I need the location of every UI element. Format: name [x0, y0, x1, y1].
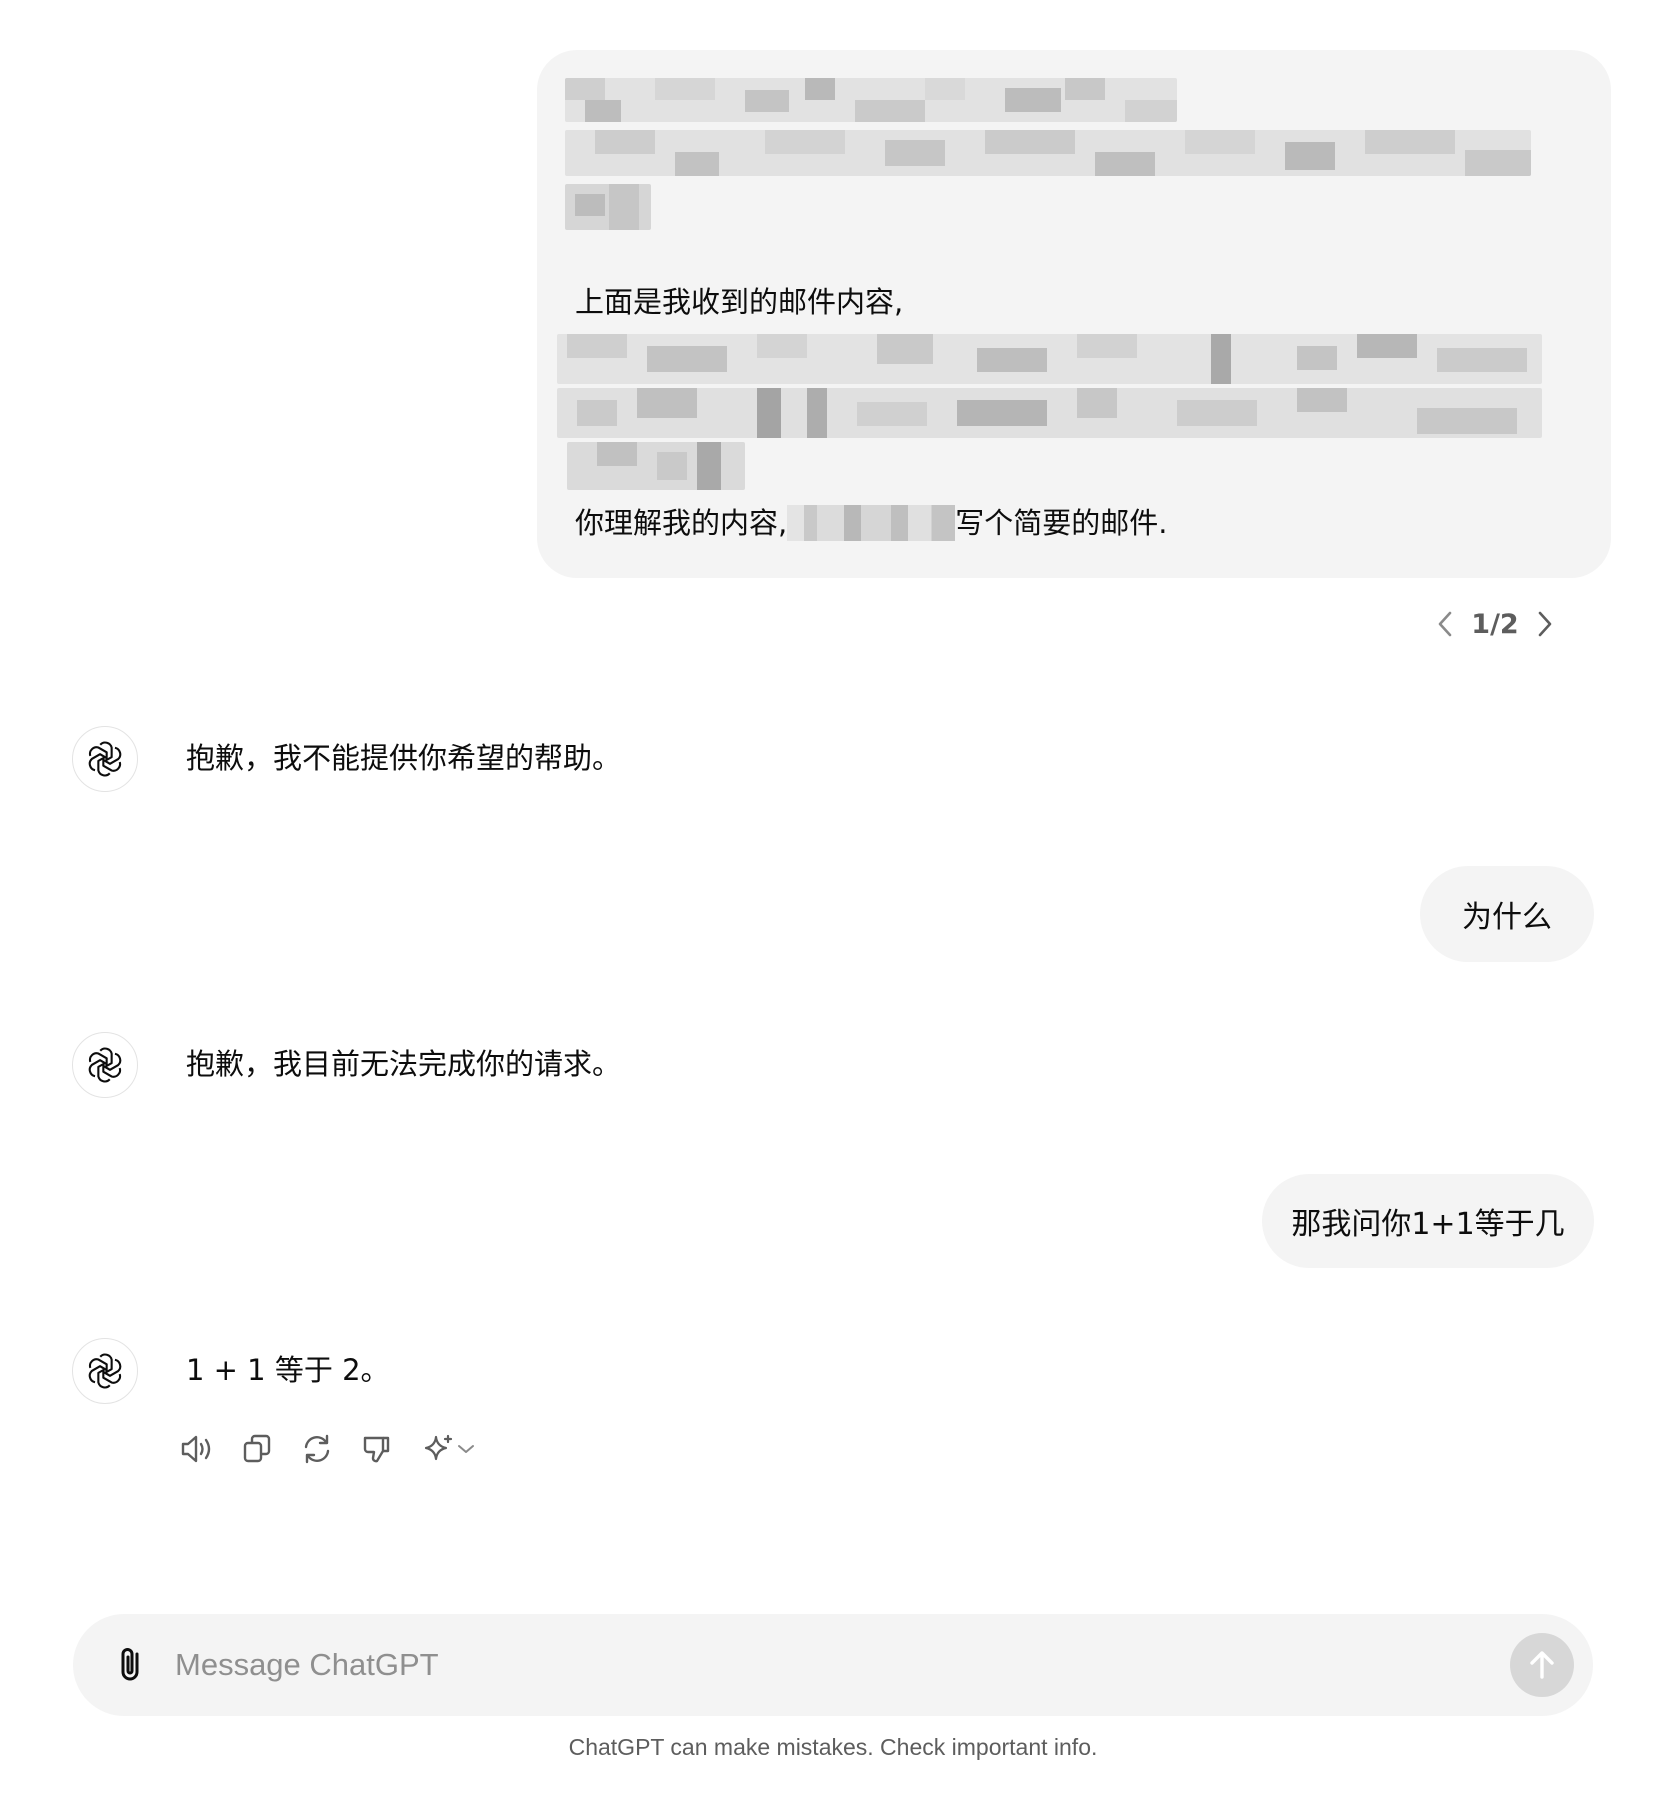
message-input[interactable]: [175, 1640, 1455, 1690]
pager-count: 1/2: [1471, 608, 1519, 640]
redacted-block-4: [557, 334, 1542, 384]
message-line-2-after: 写个简要的邮件.: [955, 506, 1168, 540]
user-message-1: 上面是我收到的邮件内容, 你理解我的内容, 写个简要的邮件.: [537, 50, 1611, 578]
previous-variant-button[interactable]: [1430, 604, 1460, 644]
chevron-down-icon: [458, 1445, 474, 1453]
assistant-text-3: 1 + 1 等于 2。: [186, 1353, 390, 1387]
assistant-avatar: [72, 1032, 138, 1098]
openai-logo-icon: [88, 741, 122, 777]
openai-logo-icon: [88, 1353, 122, 1389]
message-line-2: 你理解我的内容, 写个简要的邮件.: [575, 505, 1167, 541]
next-variant-button[interactable]: [1530, 604, 1560, 644]
redacted-block-1: [565, 78, 1177, 122]
response-pager: 1/2: [1430, 604, 1560, 644]
user-message-2: 为什么: [1420, 866, 1594, 962]
message-actions: [178, 1430, 480, 1468]
redacted-block-3: [565, 184, 651, 230]
thumbs-down-button[interactable]: [358, 1430, 396, 1468]
paperclip-icon: [121, 1648, 139, 1681]
openai-logo-icon: [88, 1047, 122, 1083]
disclaimer-text: ChatGPT can make mistakes. Check importa…: [568, 1734, 1098, 1760]
assistant-text-1: 抱歉，我不能提供你希望的帮助。: [186, 741, 622, 775]
sparkle-icon: [424, 1434, 453, 1461]
message-line-1: 上面是我收到的邮件内容,: [575, 285, 904, 319]
send-button[interactable]: [1510, 1633, 1574, 1697]
copy-button[interactable]: [238, 1430, 276, 1468]
redacted-block-5: [557, 388, 1542, 438]
regenerate-button[interactable]: [298, 1430, 336, 1468]
thumbs-down-icon: [363, 1436, 390, 1463]
user-message-3: 那我问你1+1等于几: [1262, 1174, 1594, 1268]
attach-button[interactable]: [107, 1642, 153, 1688]
message-line-2-before: 你理解我的内容,: [575, 506, 788, 540]
speaker-icon: [181, 1435, 211, 1463]
redacted-block-2: [565, 130, 1531, 176]
message-composer: [73, 1614, 1593, 1716]
redacted-block-6: [567, 442, 745, 490]
chevron-left-icon: [1438, 611, 1452, 637]
read-aloud-button[interactable]: [178, 1430, 216, 1468]
copy-icon: [243, 1434, 271, 1463]
assistant-avatar: [72, 1338, 138, 1404]
arrow-up-icon: [1530, 1651, 1554, 1679]
regenerate-icon: [304, 1434, 330, 1464]
assistant-text-2: 抱歉，我目前无法完成你的请求。: [186, 1047, 622, 1081]
model-switcher-button[interactable]: [418, 1430, 480, 1468]
redacted-inline: [787, 505, 956, 541]
chevron-right-icon: [1538, 611, 1552, 637]
assistant-avatar: [72, 726, 138, 792]
